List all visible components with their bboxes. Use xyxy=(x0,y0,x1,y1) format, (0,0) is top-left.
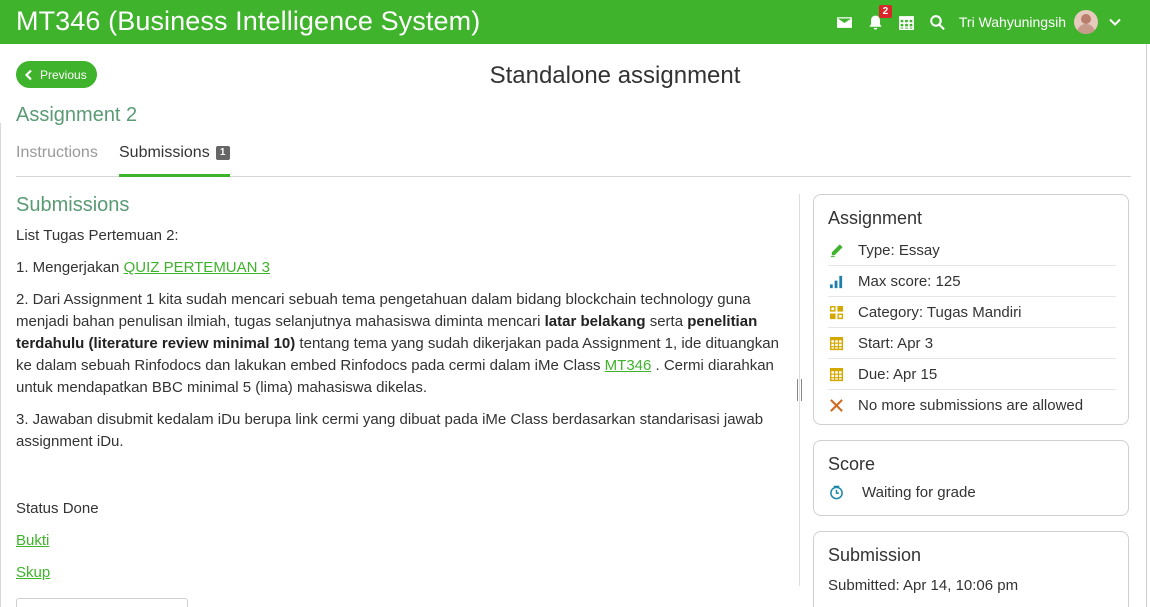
assignment-info-list: Type: Essay Max score: 125 Category: Tug… xyxy=(828,235,1116,421)
submission-card-title: Submission xyxy=(828,545,922,565)
list-item: 1. Mengerjakan QUIZ PERTEMUAN 3 xyxy=(16,257,786,279)
tab-instructions-label: Instructions xyxy=(16,144,98,161)
left-divider xyxy=(0,123,1,607)
calendar-icon[interactable] xyxy=(898,13,916,31)
list-item: No more submissions are allowed xyxy=(828,390,1116,421)
item2-text-2: serta xyxy=(645,313,688,330)
bar-chart-icon xyxy=(828,273,844,289)
clock-icon xyxy=(828,485,844,501)
tab-instructions[interactable]: Instructions xyxy=(16,142,98,177)
page-title: Standalone assignment xyxy=(489,62,741,89)
top-icons: 2 Tri Wahyuningsih xyxy=(823,0,1122,44)
item1-text: 1. Mengerjakan xyxy=(16,259,124,276)
list-item: Type: Essay xyxy=(828,235,1116,266)
submitted-time: Submitted: Apr 14, 10:06 pm xyxy=(828,577,1019,594)
max-score-text: Max score: 125 xyxy=(858,272,961,290)
list-item: Category: Tugas Mandiri xyxy=(828,297,1116,328)
score-status-row: Waiting for grade xyxy=(828,484,976,501)
quiz-link[interactable]: QUIZ PERTEMUAN 3 xyxy=(124,259,270,276)
status-text: Status Done xyxy=(16,500,99,517)
assignment-card: Assignment Type: Essay Max score: 125 Ca… xyxy=(813,194,1129,425)
assignment-card-title: Assignment xyxy=(828,208,923,228)
category-text: Category: Tugas Mandiri xyxy=(858,303,1022,321)
score-status-text: Waiting for grade xyxy=(862,484,976,501)
type-text: Type: Essay xyxy=(858,241,940,259)
submission-card: Submission Submitted: Apr 14, 10:06 pm xyxy=(813,531,1129,607)
top-bar: MT346 (Business Intelligence System) 2 T… xyxy=(0,0,1150,44)
scrollbar-edge xyxy=(1146,44,1147,607)
tab-submissions[interactable]: Submissions 1 xyxy=(119,142,230,177)
avatar[interactable] xyxy=(1074,10,1098,34)
splitter-handle[interactable] xyxy=(796,379,803,401)
item2-bold-1: latar belakang xyxy=(544,313,646,330)
section-title: Submissions xyxy=(16,194,130,216)
mail-icon[interactable] xyxy=(836,13,854,31)
class-link[interactable]: MT346 xyxy=(605,357,652,374)
tab-submissions-label: Submissions xyxy=(119,144,210,161)
assignment-title: Assignment 2 xyxy=(16,104,138,126)
calendar-icon xyxy=(828,366,844,382)
notification-badge: 2 xyxy=(878,5,892,18)
list-item: Max score: 125 xyxy=(828,266,1116,297)
intro-text: List Tugas Pertemuan 2: xyxy=(16,227,179,244)
score-card-title: Score xyxy=(828,454,876,474)
list-item: 2. Dari Assignment 1 kita sudah mencari … xyxy=(16,289,786,399)
due-date-text: Due: Apr 15 xyxy=(858,365,938,383)
bukti-link[interactable]: Bukti xyxy=(16,532,49,549)
category-grid-icon xyxy=(828,304,844,320)
app-title[interactable]: MT346 (Business Intelligence System) xyxy=(16,6,480,37)
score-card: Score Waiting for grade xyxy=(813,440,1129,516)
tab-bar: Instructions Submissions 1 xyxy=(16,142,1131,177)
bottom-embed-box xyxy=(16,598,188,607)
submission-limit-text: No more submissions are allowed xyxy=(858,397,1084,414)
list-item: Due: Apr 15 xyxy=(828,359,1116,390)
pencil-icon xyxy=(828,242,844,258)
start-date-text: Start: Apr 3 xyxy=(858,334,934,352)
search-icon[interactable] xyxy=(929,13,947,31)
submission-content: Submissions List Tugas Pertemuan 2: 1. M… xyxy=(16,194,786,463)
list-item: Start: Apr 3 xyxy=(828,328,1116,359)
notification-bell-icon[interactable]: 2 xyxy=(867,5,892,31)
calendar-icon xyxy=(828,335,844,351)
submissions-count-badge: 1 xyxy=(215,146,230,160)
chevron-down-icon[interactable] xyxy=(1108,15,1122,29)
skup-link[interactable]: Skup xyxy=(16,564,50,581)
close-x-icon xyxy=(828,398,844,414)
user-name[interactable]: Tri Wahyuningsih xyxy=(959,14,1066,30)
list-item: 3. Jawaban disubmit kedalam iDu berupa l… xyxy=(16,411,764,450)
